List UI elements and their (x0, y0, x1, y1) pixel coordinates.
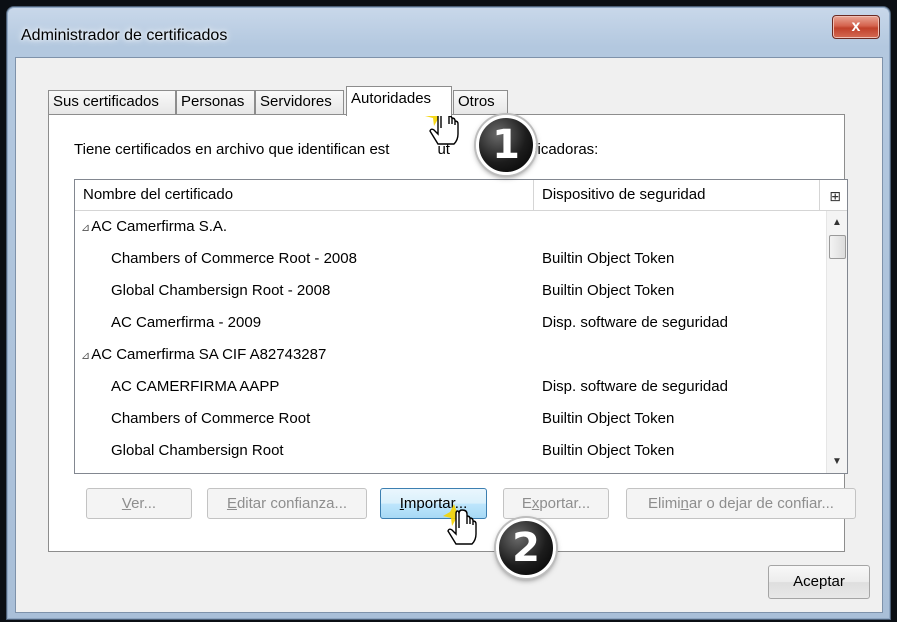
scroll-thumb[interactable] (829, 235, 846, 259)
authorities-panel: Tiene certificados en archivo que identi… (48, 114, 856, 552)
export-button[interactable]: Exportar... (503, 488, 609, 519)
security-device: Builtin Object Token (542, 282, 675, 299)
security-device: Builtin Object Token (542, 250, 675, 267)
view-button[interactable]: Ver... (86, 488, 192, 519)
tree-row[interactable]: AC CAMERFIRMA AAPP Disp. software de seg… (75, 371, 827, 403)
tree-header: Nombre del certificado Dispositivo de se… (75, 180, 847, 211)
certificate-tree[interactable]: Nombre del certificado Dispositivo de se… (74, 179, 848, 474)
tab-sus-certificados[interactable]: Sus certificados (48, 90, 176, 114)
tree-row[interactable]: Global Chambersign Root - 2008 Builtin O… (75, 275, 827, 307)
tree-row[interactable]: Chambers of Commerce Root Builtin Object… (75, 403, 827, 435)
tree-row[interactable]: AC Camerfirma - 2009 Disp. software de s… (75, 307, 827, 339)
column-separator[interactable] (533, 180, 534, 210)
accept-button[interactable]: Aceptar (768, 565, 870, 599)
certificate-name: Global Chambersign Root (111, 442, 284, 459)
tree-row[interactable]: Global Chambersign Root Builtin Object T… (75, 435, 827, 467)
security-device: Disp. software de seguridad (542, 314, 728, 331)
description-text-left: Tiene certificados en archivo que identi… (74, 141, 390, 158)
tab-autoridades[interactable]: Autoridades (346, 86, 452, 116)
tree-row[interactable]: Chambers of Commerce Root - 2008 Builtin… (75, 243, 827, 275)
step-1-badge: 1 (476, 115, 536, 175)
column-header-device[interactable]: Dispositivo de seguridad (542, 180, 705, 210)
tab-personas[interactable]: Personas (176, 90, 255, 114)
scroll-down-arrow-icon[interactable]: ▼ (832, 456, 842, 467)
certificate-name: Global Chambersign Root - 2008 (111, 282, 331, 299)
vertical-scrollbar[interactable]: ▲ ▼ (826, 211, 847, 473)
collapse-twisty-icon[interactable]: ⊿ (81, 350, 90, 362)
tree-group-row[interactable]: ⊿AC Camerfirma SA CIF A82743287 (75, 339, 827, 371)
column-picker-icon[interactable]: ⊞ (829, 188, 841, 205)
collapse-twisty-icon[interactable]: ⊿ (81, 222, 90, 234)
certificate-name: Chambers of Commerce Root - 2008 (111, 250, 357, 267)
certificate-name: AC CAMERFIRMA AAPP (111, 378, 280, 395)
security-device: Disp. software de seguridad (542, 378, 728, 395)
tab-servidores[interactable]: Servidores (255, 90, 344, 114)
column-header-name[interactable]: Nombre del certificado (83, 180, 233, 210)
tree-rows: ⊿AC Camerfirma S.A. Chambers of Commerce… (75, 211, 827, 467)
group-name: AC Camerfirma SA CIF A82743287 (91, 346, 327, 363)
security-device: Builtin Object Token (542, 442, 675, 459)
tree-group-row[interactable]: ⊿AC Camerfirma S.A. (75, 211, 827, 243)
column-separator[interactable] (819, 180, 820, 210)
close-button[interactable]: x (832, 15, 880, 39)
window-title: Administrador de certificados (21, 27, 228, 44)
certificate-name: AC Camerfirma - 2009 (111, 314, 262, 331)
delete-or-distrust-button[interactable]: Eliminar o dejar de confiar... (626, 488, 856, 519)
certificate-name: Chambers of Commerce Root (111, 410, 311, 427)
step-2-badge: 2 (496, 518, 556, 578)
edit-trust-button[interactable]: Editar confianza... (207, 488, 367, 519)
security-device: Builtin Object Token (542, 410, 675, 427)
pointer-hand-icon (443, 504, 477, 545)
group-name: AC Camerfirma S.A. (91, 218, 228, 235)
scroll-up-arrow-icon[interactable]: ▲ (832, 217, 842, 228)
